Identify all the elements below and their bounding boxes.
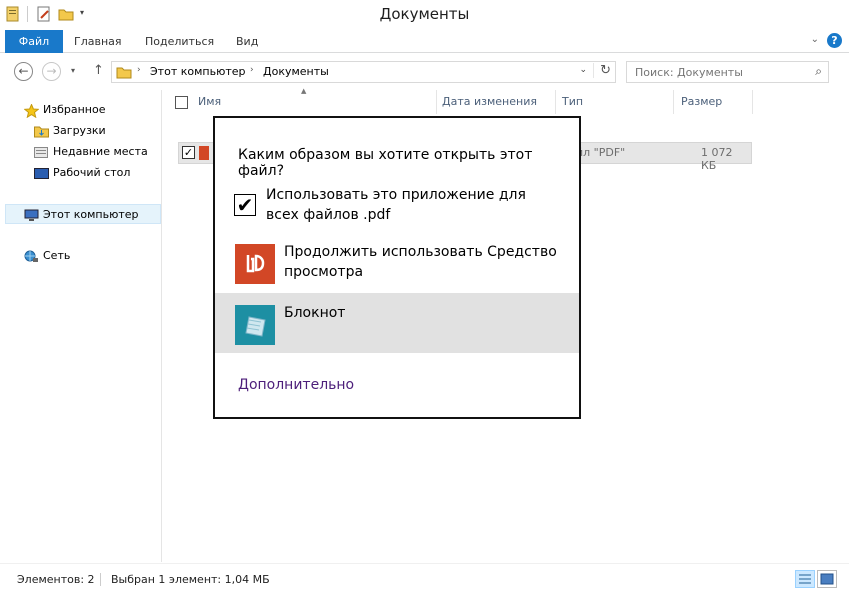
app-option-label: Блокнот xyxy=(284,305,346,321)
breadcrumb-separator-icon: › xyxy=(250,65,254,75)
remember-choice-checkbox[interactable]: ✔ Использовать это приложение для всех ф… xyxy=(234,185,564,227)
nav-favorites-label: Избранное xyxy=(43,103,106,116)
nav-item-this-pc[interactable]: Этот компьютер xyxy=(5,204,161,224)
breadcrumb-documents[interactable]: Документы xyxy=(263,65,329,78)
up-folder-icon[interactable]: ↑ xyxy=(93,63,104,78)
address-history-dropdown-icon[interactable]: ⌄ xyxy=(579,65,587,75)
title-bar: ▾ Документы xyxy=(0,0,849,30)
pdf-file-icon xyxy=(199,146,209,163)
row-checkbox[interactable]: ✓ xyxy=(182,146,195,159)
large-icons-view-button[interactable] xyxy=(817,570,837,588)
nav-item-recent-places[interactable]: Недавние места xyxy=(34,142,148,162)
nav-item-downloads[interactable]: Загрузки xyxy=(34,121,106,141)
downloads-folder-icon xyxy=(34,125,49,138)
address-bar[interactable]: › Этот компьютер › Документы ⌄ ↻ xyxy=(111,61,616,83)
details-view-button[interactable] xyxy=(795,570,815,588)
tab-file[interactable]: Файл xyxy=(5,30,63,53)
status-bar: Элементов: 2 Выбран 1 элемент: 1,04 МБ xyxy=(0,563,849,595)
nav-item-label: Загрузки xyxy=(53,124,106,137)
help-icon[interactable]: ? xyxy=(827,33,842,48)
search-input[interactable] xyxy=(627,62,797,82)
pdf-reader-icon xyxy=(235,244,275,284)
star-icon xyxy=(23,102,40,118)
select-all-checkbox[interactable] xyxy=(175,96,188,109)
column-header-type[interactable]: Тип xyxy=(556,90,674,114)
row-size: 1 072 КБ xyxy=(701,146,733,172)
recent-places-icon xyxy=(34,146,49,159)
search-box[interactable]: ⌕ xyxy=(626,61,829,83)
ribbon-tabs: Файл Главная Поделиться Вид ⌄ ? xyxy=(0,30,849,53)
notepad-icon xyxy=(235,305,275,345)
expand-ribbon-icon[interactable]: ⌄ xyxy=(811,34,819,45)
nav-item-desktop[interactable]: Рабочий стол xyxy=(34,163,130,183)
tab-view[interactable]: Вид xyxy=(236,30,258,53)
folder-location-icon xyxy=(116,64,132,83)
app-option-reader[interactable]: Продолжить использовать Средство просмот… xyxy=(215,240,579,300)
explorer-window: ▾ Документы Файл Главная Поделиться Вид … xyxy=(0,0,849,595)
desktop-icon xyxy=(34,167,49,180)
status-items-count: Элементов: 2 xyxy=(17,573,95,586)
forward-button[interactable]: → xyxy=(42,62,61,81)
computer-icon xyxy=(24,209,39,222)
app-option-notepad[interactable]: Блокнот xyxy=(215,293,579,353)
nav-item-label: Недавние места xyxy=(53,145,148,158)
tab-home[interactable]: Главная xyxy=(74,30,122,53)
tab-share[interactable]: Поделиться xyxy=(145,30,214,53)
nav-item-label: Сеть xyxy=(43,249,71,262)
network-icon xyxy=(24,250,39,263)
open-with-dialog: Каким образом вы хотите открыть этот фай… xyxy=(213,116,581,419)
search-icon[interactable]: ⌕ xyxy=(815,64,822,79)
app-option-label: Продолжить использовать Средство просмот… xyxy=(284,244,557,280)
remember-choice-label: Использовать это приложение для всех фай… xyxy=(266,187,526,223)
breadcrumb-this-pc[interactable]: Этот компьютер xyxy=(150,65,246,78)
column-header-date-modified[interactable]: Дата изменения xyxy=(436,90,556,114)
checkmark-icon[interactable]: ✔ xyxy=(234,194,256,216)
status-selection: Выбран 1 элемент: 1,04 МБ xyxy=(111,573,270,586)
window-title: Документы xyxy=(379,5,470,23)
nav-favorites[interactable]: Избранное xyxy=(23,100,106,120)
column-header-name[interactable]: Имя xyxy=(192,90,437,114)
breadcrumb-separator-icon: › xyxy=(137,65,141,75)
nav-item-label: Этот компьютер xyxy=(43,208,139,221)
column-header-size[interactable]: Размер xyxy=(675,90,753,114)
dialog-question: Каким образом вы хотите открыть этот фай… xyxy=(238,147,533,179)
nav-item-network[interactable]: Сеть xyxy=(24,246,70,266)
recent-locations-icon[interactable]: ▾ xyxy=(71,66,75,75)
navigation-bar: ← → ▾ ↑ › Этот компьютер › Документы ⌄ ↻… xyxy=(0,54,849,90)
back-button[interactable]: ← xyxy=(14,62,33,81)
more-apps-link[interactable]: Дополнительно xyxy=(238,377,354,393)
row-type: йл "PDF" xyxy=(576,146,626,159)
nav-item-label: Рабочий стол xyxy=(53,166,131,179)
refresh-icon[interactable]: ↻ xyxy=(593,63,611,78)
navigation-pane: Избранное Загрузки Недавние места Рабочи… xyxy=(0,90,162,562)
